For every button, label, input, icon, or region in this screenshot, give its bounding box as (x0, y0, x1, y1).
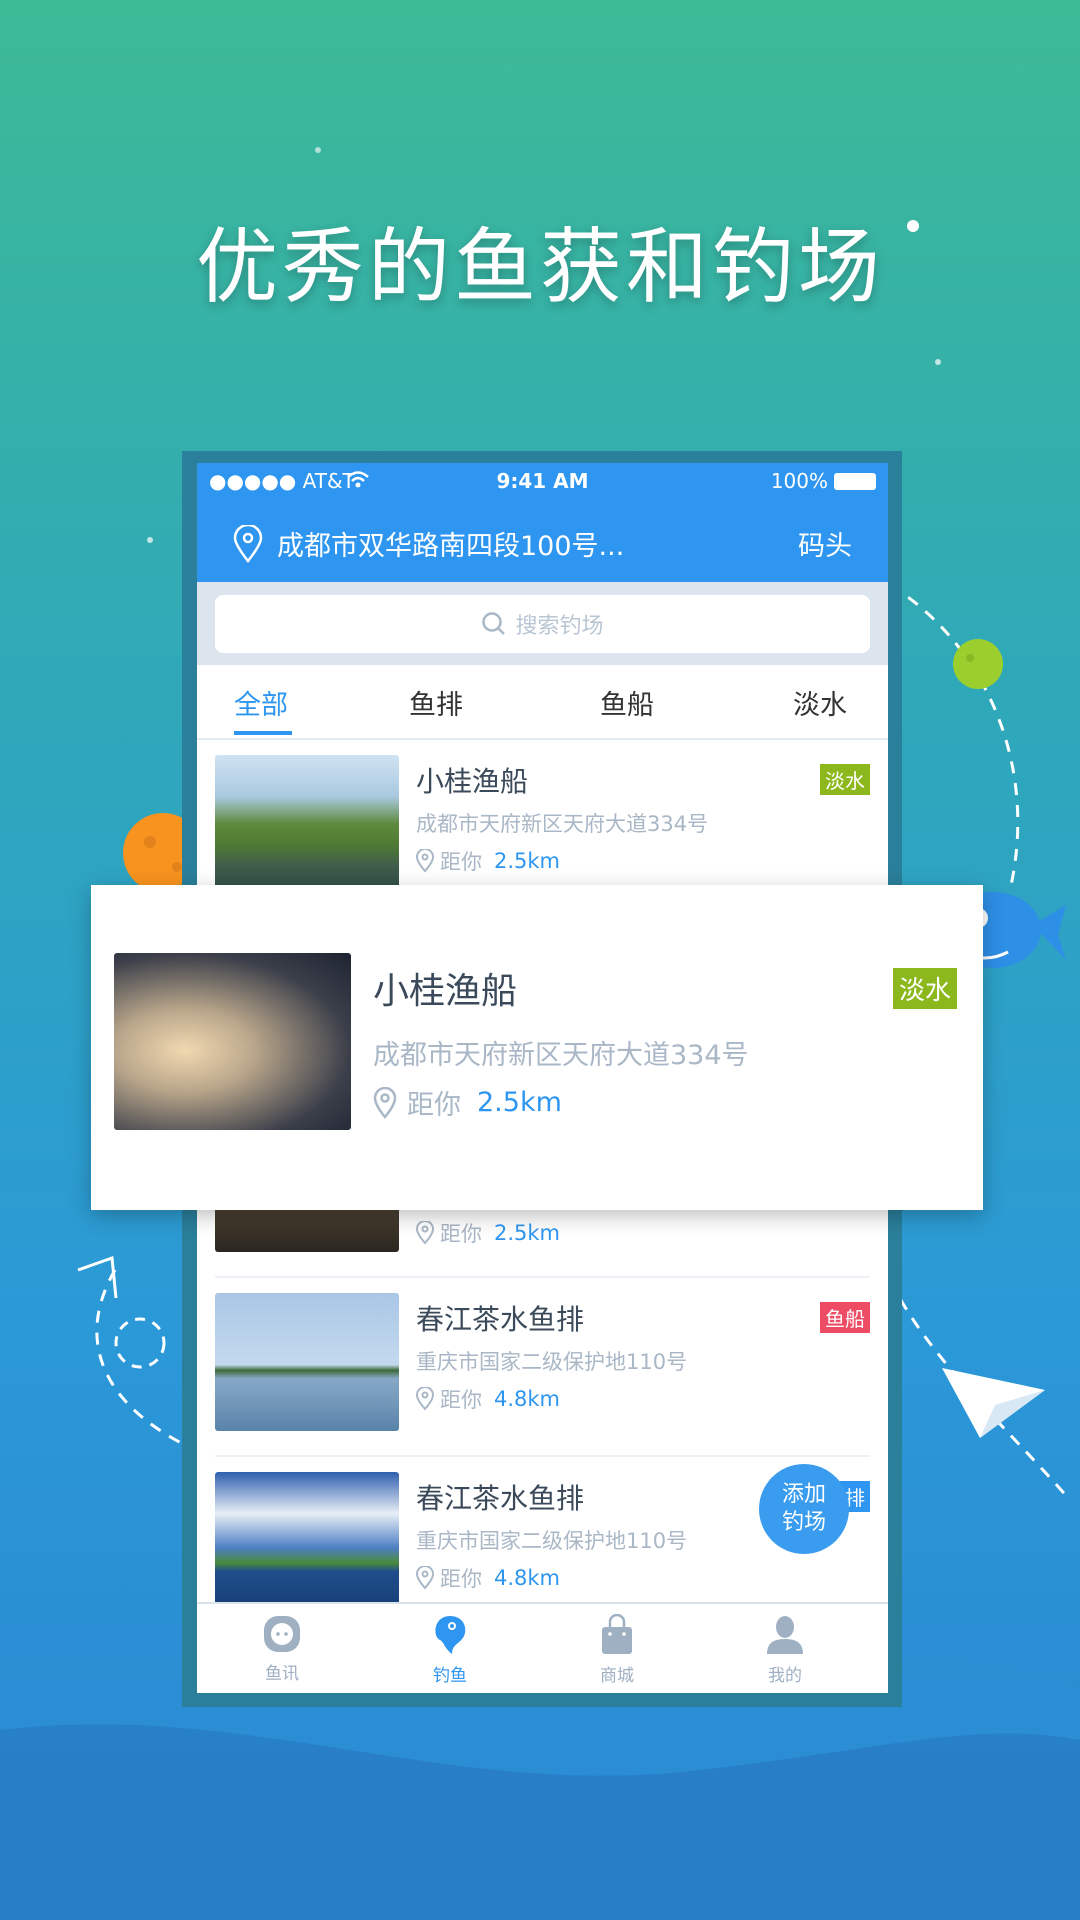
tabbar-item-fishing[interactable]: 钓鱼 (390, 1614, 510, 1686)
search-area: 搜索钓场 (197, 582, 888, 665)
search-input[interactable]: 搜索钓场 (215, 595, 870, 653)
distance-label: 距你 (440, 1388, 482, 1412)
distance-value: 2.5km (494, 849, 561, 873)
paper-plane-icon (942, 1368, 1045, 1438)
spot-thumbnail (215, 1293, 399, 1431)
featured-distance: 距你 2.5km (373, 1083, 562, 1122)
chat-icon (264, 1616, 300, 1652)
spot-address: 成都市天府新区天府大道334号 (416, 812, 709, 836)
spot-thumbnail (215, 755, 399, 893)
add-spot-button[interactable]: 添加 钓场 (759, 1464, 849, 1554)
featured-thumbnail (114, 953, 351, 1130)
fish-icon (435, 1616, 466, 1654)
location-pin-icon (373, 1086, 397, 1119)
spot-name: 春江茶水鱼排 (416, 1482, 585, 1515)
spot-name: 小桂渔船 (416, 765, 529, 798)
location-pin-icon (416, 1387, 434, 1411)
spot-address: 重庆市国家二级保护地110号 (416, 1350, 688, 1374)
distance-label: 距你 (440, 1222, 482, 1246)
spot-tag: 鱼船 (820, 1302, 870, 1333)
featured-address: 成都市天府新区天府大道334号 (373, 1040, 749, 1071)
spot-thumbnail (215, 1472, 399, 1602)
bottom-tab-bar: 鱼讯 钓鱼 商城 我的 (197, 1602, 888, 1693)
search-icon (482, 612, 506, 635)
user-icon (767, 1616, 803, 1654)
add-spot-line1: 添加 (781, 1482, 826, 1507)
app-header: 成都市双华路南四段100号... 码头 (197, 500, 888, 582)
tabbar-item-shop[interactable]: 商城 (557, 1613, 677, 1686)
battery-percent: 100% (770, 469, 828, 493)
tab-fish-raft[interactable]: 鱼排 (409, 683, 463, 722)
list-item[interactable]: 春江茶水鱼排 鱼船 重庆市国家二级保护地110号 距你 4.8km (197, 1278, 888, 1457)
location-pin-icon (416, 1566, 434, 1590)
tabbar-label: 鱼讯 (265, 1664, 299, 1684)
active-tab-indicator (234, 731, 292, 735)
spot-address: 重庆市国家二级保护地110号 (416, 1529, 688, 1553)
spot-distance: 距你 2.5km (416, 846, 560, 876)
battery-icon (834, 473, 876, 490)
add-spot-line2: 钓场 (781, 1510, 826, 1535)
tab-fish-boat[interactable]: 鱼船 (600, 683, 654, 722)
spot-distance: 距你 2.5km (416, 1218, 560, 1248)
spot-name: 春江茶水鱼排 (416, 1303, 585, 1336)
category-tabs: 全部 鱼排 鱼船 淡水 (197, 665, 888, 740)
featured-name: 小桂渔船 (373, 971, 518, 1012)
bag-icon (602, 1613, 632, 1654)
green-planet-icon (953, 639, 1003, 689)
tabbar-item-profile[interactable]: 我的 (725, 1614, 845, 1686)
spot-distance: 距你 4.8km (416, 1563, 560, 1593)
location-pin-icon (416, 1221, 434, 1245)
tab-all[interactable]: 全部 (234, 683, 288, 722)
distance-value: 4.8km (494, 1387, 561, 1411)
tabbar-label: 我的 (768, 1666, 802, 1686)
distance-value: 2.5km (477, 1087, 562, 1118)
dock-button[interactable]: 码头 (798, 524, 852, 563)
featured-spot-card[interactable]: 小桂渔船 淡水 成都市天府新区天府大道334号 距你 2.5km (91, 885, 983, 1210)
location-text[interactable]: 成都市双华路南四段100号... (277, 524, 624, 563)
tabbar-label: 钓鱼 (433, 1666, 467, 1686)
distance-label: 距你 (440, 850, 482, 874)
distance-label: 距你 (440, 1567, 482, 1591)
featured-tag: 淡水 (892, 968, 957, 1009)
location-pin-icon[interactable] (233, 525, 263, 563)
distance-label: 距你 (407, 1090, 461, 1121)
tabbar-label: 商城 (600, 1666, 634, 1686)
tab-freshwater[interactable]: 淡水 (793, 683, 847, 722)
spot-distance: 距你 4.8km (416, 1384, 560, 1414)
spot-tag: 淡水 (820, 764, 870, 795)
location-pin-icon (416, 849, 434, 873)
status-bar: ●●●●● AT&T 9:41 AM 100% (197, 463, 888, 500)
search-placeholder: 搜索钓场 (515, 614, 604, 639)
distance-value: 2.5km (494, 1221, 561, 1245)
distance-value: 4.8km (494, 1566, 561, 1590)
headline: 优秀的鱼获和钓场 (195, 220, 884, 315)
tabbar-item-news[interactable]: 鱼讯 (222, 1614, 342, 1684)
